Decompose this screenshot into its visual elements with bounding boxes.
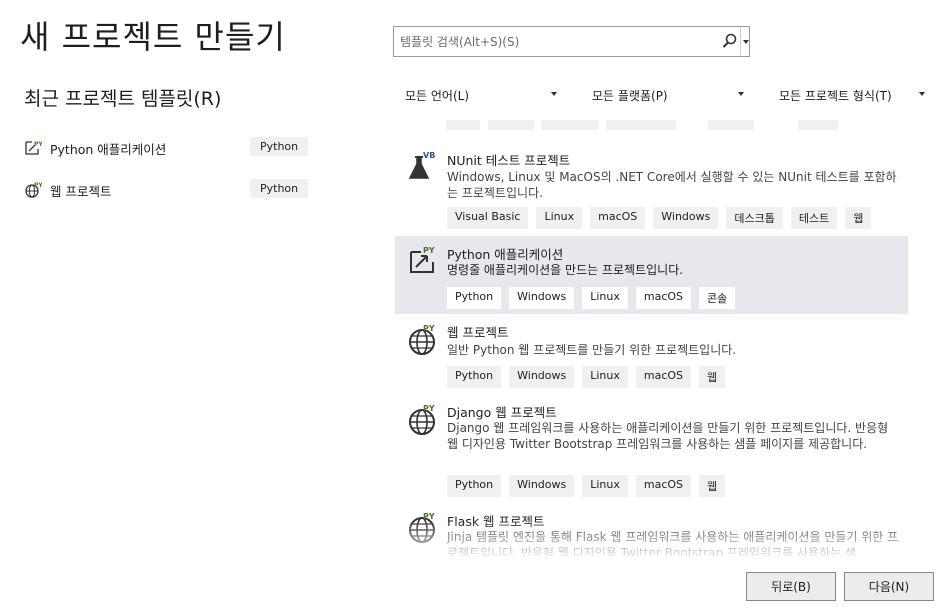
template-name: Django 웹 프로젝트 [447,405,557,420]
tag: Python [447,287,502,309]
next-button[interactable]: 다음(N) [844,572,934,601]
tag: Linux [536,207,583,229]
tag: Linux [582,287,628,309]
recent-templates-heading: 최근 프로젝트 템플릿(R) [24,88,222,110]
tag: macOS [635,475,692,497]
language-tag: Python [250,179,309,198]
page-title: 새 프로젝트 만들기 [20,18,286,56]
tag: Windows [653,207,719,229]
template-list[interactable]: VB NUnit 테스트 프로젝트 Windows, Linux 및 MacOS… [395,120,908,556]
search-icon[interactable] [720,31,740,52]
template-name: Python 애플리케이션 [447,247,564,262]
recent-item-web-project[interactable]: PY 웹 프로젝트 Python [24,176,314,204]
globe-icon: PY [407,511,441,545]
svg-text:PY: PY [423,246,435,255]
tag: Windows [509,475,575,497]
tag: Python [447,366,502,388]
template-name: 웹 프로젝트 [447,325,509,340]
recent-item-label: Python 애플리케이션 [50,141,167,157]
scrolled-tags-row [446,120,906,132]
template-description: 일반 Python 웹 프로젝트를 만들기 위한 프로젝트입니다. [447,343,737,357]
project-type-filter[interactable]: 모든 프로젝트 형식(T) [769,82,933,108]
template-tags: Python Windows Linux macOS 콘솔 [447,287,736,309]
svg-text:PY: PY [423,404,435,413]
template-item-nunit[interactable]: VB NUnit 테스트 프로젝트 Windows, Linux 및 MacOS… [395,146,908,230]
template-description: Windows, Linux 및 MacOS의 .NET Core에서 실행할 … [447,170,897,200]
tag: 콘솔 [699,287,736,309]
template-item-flask[interactable]: PY Flask 웹 프로젝트 Jinja 템플릿 엔진을 통해 Flask 웹… [395,508,908,556]
vb-flask-icon: VB [407,149,441,183]
platform-filter-label: 모든 플랫폼(P) [592,88,668,103]
chevron-down-icon [919,92,925,96]
tag: 웹 [845,207,872,229]
template-tags: Python Windows Linux macOS 웹 [447,475,726,497]
tag: Visual Basic [447,207,529,229]
svg-text:VB: VB [423,151,435,160]
language-filter[interactable]: 모든 언어(L) [395,82,565,108]
chevron-down-icon [551,92,557,96]
python-app-icon: PY [24,139,43,157]
tag: macOS [635,366,692,388]
svg-text:PY: PY [34,141,42,148]
search-history-dropdown[interactable] [740,27,750,56]
template-description: Django 웹 프레임워크를 사용하는 애플리케이션을 만들기 위한 프로젝트… [447,421,889,451]
tag: Linux [582,366,628,388]
chevron-down-icon [738,92,744,96]
tag: Windows [509,366,575,388]
template-item-django[interactable]: PY Django 웹 프로젝트 Django 웹 프레임워크를 사용하는 애플… [395,400,908,504]
template-search-input[interactable] [394,27,720,56]
recent-item-label: 웹 프로젝트 [50,183,112,199]
globe-icon: PY [24,181,43,199]
tag: 테스트 [790,207,838,229]
python-app-icon: PY [407,244,441,278]
svg-text:PY: PY [423,324,435,333]
recent-item-python-app[interactable]: PY Python 애플리케이션 Python [24,134,314,162]
svg-text:PY: PY [423,512,435,521]
tag: Linux [582,475,628,497]
template-tags: Visual Basic Linux macOS Windows 데스크톱 테스… [447,207,872,229]
template-item-web-project[interactable]: PY 웹 프로젝트 일반 Python 웹 프로젝트를 만들기 위한 프로젝트입… [395,320,908,394]
platform-filter[interactable]: 모든 플랫폼(P) [582,82,752,108]
svg-text:PY: PY [34,182,42,189]
tag: Python [447,475,502,497]
back-button[interactable]: 뒤로(B) [746,572,836,601]
template-description: Jinja 템플릿 엔진을 통해 Flask 웹 프레임워크를 사용하는 애플리… [447,530,899,556]
language-filter-label: 모든 언어(L) [405,88,470,103]
tag: Windows [509,287,575,309]
globe-icon: PY [407,323,441,357]
tag: 웹 [699,475,726,497]
tag: macOS [635,287,692,309]
language-tag: Python [250,137,309,156]
template-tags: Python Windows Linux macOS 웹 [447,366,726,388]
template-name: Flask 웹 프로젝트 [447,514,545,529]
tag: 데스크톱 [726,207,783,229]
project-type-filter-label: 모든 프로젝트 형식(T) [779,88,892,103]
template-item-python-app[interactable]: PY Python 애플리케이션 명령줄 애플리케이션을 만드는 프로젝트입니다… [395,236,908,314]
tag: macOS [590,207,646,229]
template-name: NUnit 테스트 프로젝트 [447,153,571,168]
globe-icon: PY [407,403,441,437]
template-search-box[interactable] [393,26,750,57]
tag: 웹 [699,366,726,388]
template-description: 명령줄 애플리케이션을 만드는 프로젝트입니다. [447,263,684,277]
